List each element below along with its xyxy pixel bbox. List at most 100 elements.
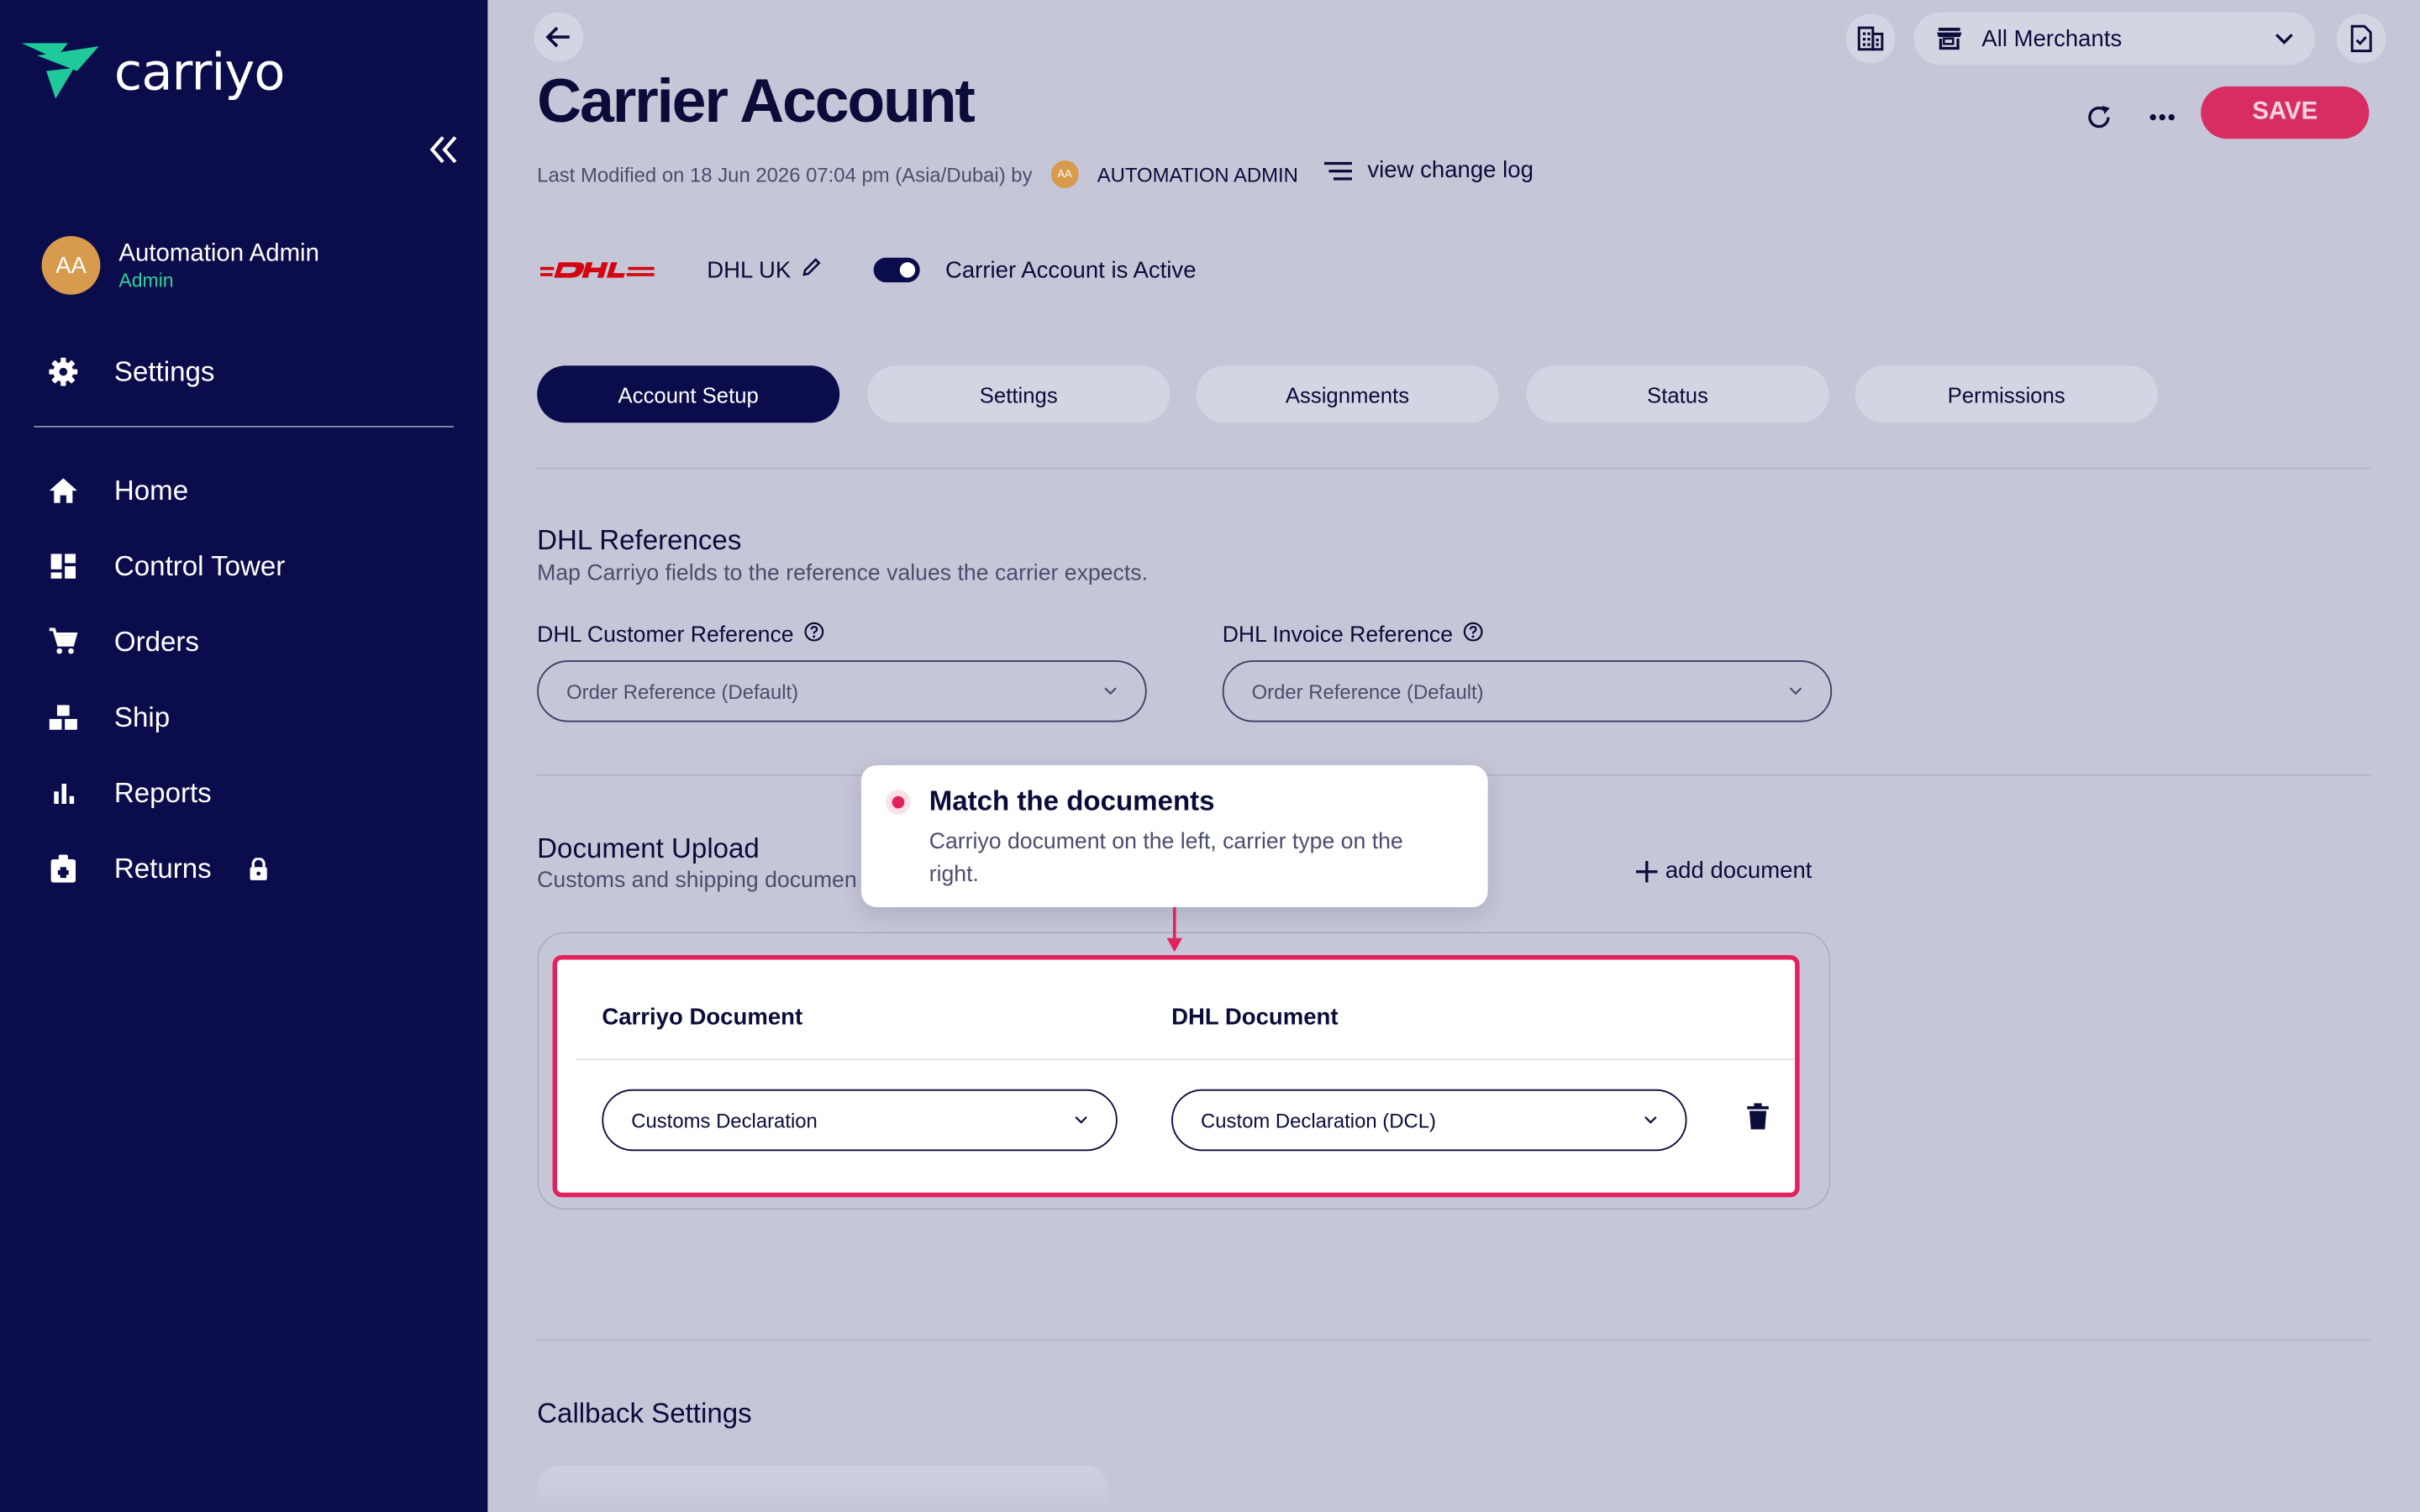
cart-icon [46,625,80,659]
document-check-icon [2350,24,2372,53]
table-header-divider [576,1058,1796,1060]
tab-status[interactable]: Status [1526,365,1829,423]
user-role: Admin [118,269,174,291]
trash-icon [1747,1103,1769,1130]
more-horizontal-icon [2149,113,2175,121]
documents-subtitle: Customs and shipping documen [537,869,857,894]
callback-settings-title: Callback Settings [537,1398,752,1429]
lock-icon [249,857,269,880]
carriyo-document-select[interactable]: Customs Declaration [602,1089,1118,1152]
customer-reference-select[interactable]: Order Reference (Default) [537,660,1147,722]
carriyo-document-value: Customs Declaration [631,1108,818,1132]
tooltip-step-indicator-icon [886,790,911,815]
brand-logo[interactable]: carriyo [21,40,286,102]
tab-settings[interactable]: Settings [867,365,1171,423]
customer-reference-value: Order Reference (Default) [566,680,799,703]
collapse-sidebar-button[interactable] [426,133,463,166]
add-document-label: add document [1665,858,1812,885]
tooltip-arrow-icon [1166,907,1182,953]
column-header-dhl-document: DHL Document [1171,1004,1339,1031]
view-change-log-link[interactable]: view change log [1323,157,1534,184]
home-icon [46,474,80,507]
section-divider [537,1339,2371,1341]
onboarding-tooltip: Match the documents Carriyo document on … [860,765,1488,908]
last-modified-text: Last Modified on 18 Jun 2026 07:04 pm (A… [537,162,1033,186]
plus-icon [1635,859,1658,882]
user-profile[interactable]: AA Automation Admin Admin [41,236,319,295]
sidebar: carriyo AA Automation Admin Admin Settin… [0,0,488,1512]
carrier-name: DHL UK [707,256,792,284]
sidebar-item-settings[interactable]: Settings [46,349,214,395]
refresh-button[interactable] [2084,102,2115,133]
user-name: Automation Admin [118,239,319,266]
carrier-summary: DHL UK Carrier Account is Active [539,253,1197,286]
sidebar-item-reports[interactable]: Reports [46,770,212,816]
sidebar-item-home[interactable]: Home [46,468,188,514]
merchant-select-value: All Merchants [1981,25,2123,52]
chevron-down-icon [1644,1116,1657,1124]
chevron-down-icon [1075,1116,1087,1124]
dhl-document-select[interactable]: Custom Declaration (DCL) [1171,1089,1687,1152]
sidebar-item-returns[interactable]: Returns [46,846,269,892]
dhl-document-value: Custom Declaration (DCL) [1200,1108,1436,1132]
save-button[interactable]: SAVE [2201,86,2370,139]
sidebar-item-label: Ship [113,701,171,732]
organization-button[interactable] [1845,13,1896,64]
invoice-reference-label: DHL Invoice Reference [1223,622,1484,648]
sidebar-item-control-tower[interactable]: Control Tower [46,543,285,590]
tab-permissions[interactable]: Permissions [1854,365,2158,423]
more-options-button[interactable] [2145,102,2179,133]
bar-chart-icon [46,776,80,810]
callback-field-placeholder [537,1465,1108,1512]
avatar: AA [41,236,101,295]
brand-name: carriyo [113,40,286,102]
sidebar-item-orders[interactable]: Orders [46,619,199,665]
edit-carrier-name-button[interactable] [803,256,822,284]
change-log-label: view change log [1367,157,1534,184]
sidebar-item-label: Returns [113,852,212,884]
gear-icon [46,354,80,388]
chevron-down-icon [2275,34,2293,45]
tab-assignments[interactable]: Assignments [1196,365,1499,423]
double-chevron-left-icon [429,136,457,164]
invoice-reference-select[interactable]: Order Reference (Default) [1222,660,1833,722]
help-icon[interactable] [1464,622,1484,648]
references-subtitle: Map Carriyo fields to the reference valu… [537,561,1149,586]
dashboard-icon [46,549,80,583]
customer-reference-label: DHL Customer Reference [537,622,824,648]
back-button[interactable] [534,12,584,62]
carrier-active-toggle[interactable] [874,257,921,283]
pencil-icon [803,258,822,276]
document-check-button[interactable] [2336,13,2386,64]
sidebar-item-label: Reports [113,776,212,808]
sidebar-item-label: Settings [113,355,215,387]
carriyo-logo-icon [21,43,99,99]
delete-document-button[interactable] [1747,1103,1769,1137]
add-document-button[interactable]: add document [1635,858,1812,885]
sidebar-item-label: Orders [113,625,199,657]
document-mapping-table: Carriyo Document DHL Document Customs De… [552,954,1800,1198]
dhl-logo-icon [539,262,655,278]
building-icon [1857,26,1884,51]
documents-title: Document Upload [537,832,760,864]
list-lines-icon [1323,160,1352,180]
store-icon [1937,28,1962,50]
carrier-active-label: Carrier Account is Active [944,256,1197,284]
sidebar-item-ship[interactable]: Ship [46,695,170,741]
refresh-icon [2088,105,2110,129]
merchant-select[interactable]: All Merchants [1913,12,2316,66]
sidebar-item-label: Control Tower [113,549,286,581]
references-title: DHL References [537,524,742,556]
field-label-text: DHL Customer Reference [537,622,794,648]
return-box-icon [46,852,80,885]
tab-account-setup[interactable]: Account Setup [537,365,840,423]
modifier-name: AUTOMATION ADMIN [1097,162,1298,186]
app-root: carriyo AA Automation Admin Admin Settin… [0,0,2420,1512]
chevron-down-icon [1789,687,1802,696]
help-icon[interactable] [804,622,824,648]
sidebar-divider [34,425,455,428]
page-title: Carrier Account [537,67,976,136]
sidebar-item-label: Home [113,474,189,506]
tooltip-body: Carriyo document on the left, carrier ty… [929,830,1403,888]
arrow-left-icon [545,26,570,48]
